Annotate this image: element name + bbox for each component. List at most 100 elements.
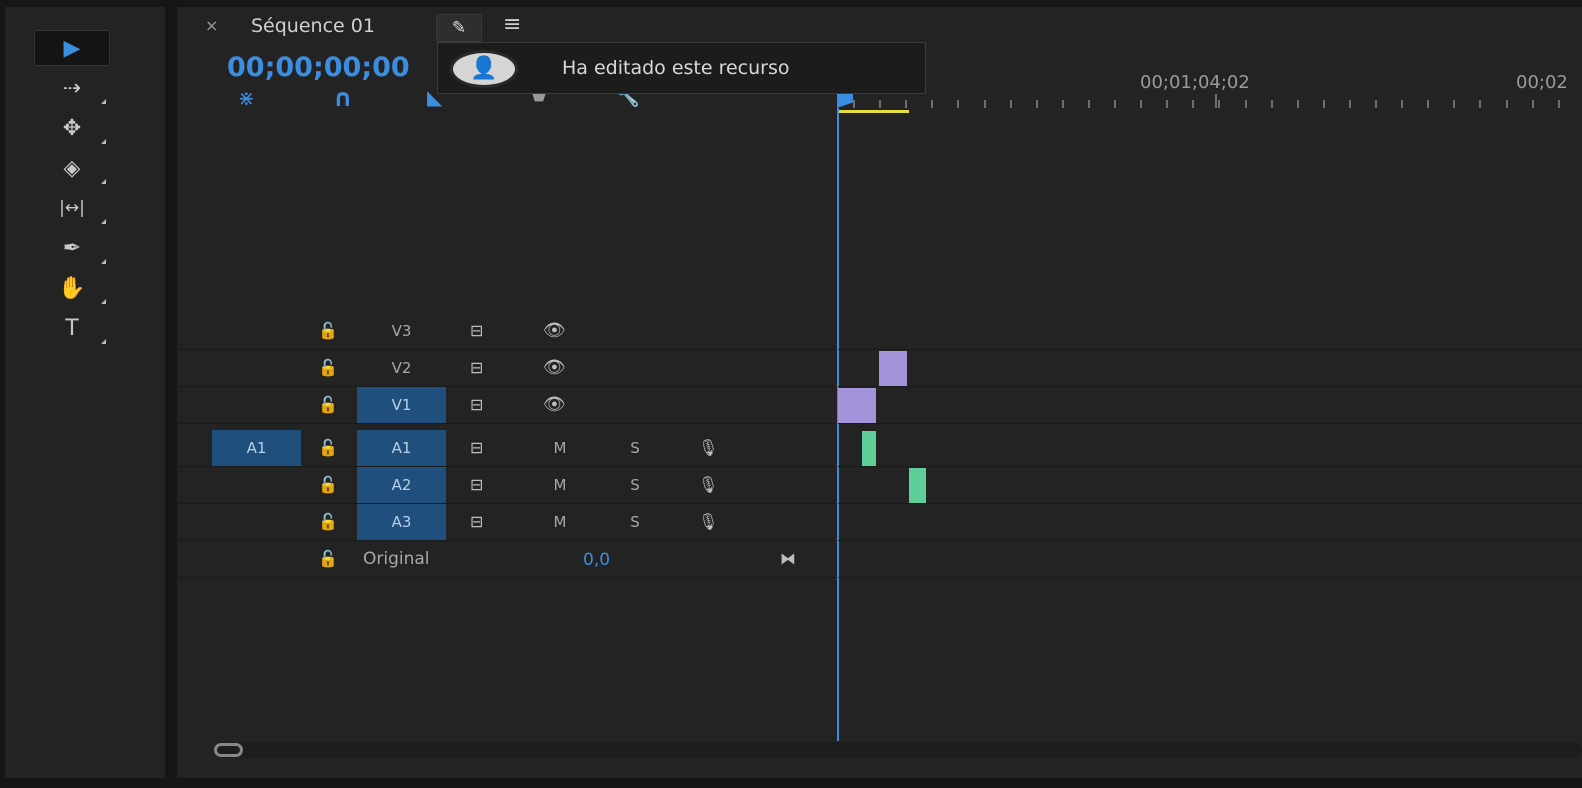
- selection-tool[interactable]: ▶: [34, 30, 110, 66]
- type-icon: T: [65, 315, 79, 341]
- pencil-icon: ✎: [451, 18, 467, 38]
- sync-lock-icon[interactable]: ⊟: [470, 430, 483, 466]
- video-clip[interactable]: [879, 351, 907, 386]
- sync-lock-icon[interactable]: ⊟: [470, 504, 483, 540]
- track-lane[interactable]: [838, 504, 1582, 541]
- ripple-edit-tool[interactable]: ✥: [34, 110, 110, 146]
- ruler-tick: [1531, 100, 1534, 108]
- track-target-A1[interactable]: A1: [357, 430, 446, 466]
- ruler-tick: [1348, 100, 1351, 108]
- ruler-tick: [1166, 100, 1169, 108]
- track-target-A2[interactable]: A2: [357, 467, 446, 503]
- ruler-tick: [957, 100, 960, 108]
- lock-icon[interactable]: 🔓: [318, 504, 338, 540]
- ruler-tick: [1192, 100, 1195, 108]
- track-lane[interactable]: [838, 387, 1582, 424]
- work-area-bar[interactable]: [838, 110, 909, 113]
- lock-icon[interactable]: 🔓: [318, 430, 338, 466]
- microphone-icon[interactable]: 🎙: [698, 467, 718, 503]
- track-select-tool[interactable]: ⇢: [34, 70, 110, 106]
- type-tool[interactable]: T: [34, 310, 110, 346]
- snap-magnet-icon[interactable]: ∩: [333, 84, 353, 112]
- playhead-line[interactable]: [837, 108, 839, 741]
- ruler-tick: [1087, 100, 1090, 108]
- scroll-zoom-handle[interactable]: [214, 743, 243, 757]
- track-lane[interactable]: [838, 350, 1582, 387]
- track-header: [178, 504, 835, 541]
- ruler-tick: [1061, 100, 1064, 108]
- ruler-tick: [1244, 100, 1247, 108]
- tooltip-text: Ha editado este recurso: [562, 57, 790, 79]
- sync-lock-icon[interactable]: ⊟: [470, 387, 483, 423]
- sync-lock-icon[interactable]: ⊟: [470, 467, 483, 503]
- solo-button[interactable]: S: [620, 467, 650, 503]
- selection-icon: ▶: [63, 35, 81, 61]
- source-patch-A1[interactable]: A1: [212, 430, 301, 466]
- ruler-label: 00;02;08;04: [1516, 72, 1568, 93]
- track-lane[interactable]: [838, 541, 1582, 578]
- edit-pencil-button[interactable]: ✎: [436, 14, 482, 42]
- sync-lock-icon[interactable]: ⊟: [470, 350, 483, 386]
- track-label-V2[interactable]: V2: [357, 350, 446, 386]
- lock-icon[interactable]: 🔓: [318, 350, 338, 386]
- hand-icon: ✋: [58, 275, 86, 301]
- razor-tool[interactable]: ◈: [34, 150, 110, 186]
- timecode-display[interactable]: 00;00;00;00: [227, 52, 437, 83]
- eye-icon[interactable]: 👁: [543, 350, 566, 386]
- master-volume-value[interactable]: 0,0: [583, 542, 610, 578]
- microphone-icon[interactable]: 🎙: [698, 504, 718, 540]
- ruler-tick: [905, 100, 908, 108]
- microphone-icon[interactable]: 🎙: [698, 430, 718, 466]
- track-target-A3[interactable]: A3: [357, 504, 446, 540]
- close-tab-button[interactable]: ×: [205, 16, 218, 35]
- ruler-tick: [853, 100, 855, 108]
- solo-button[interactable]: S: [620, 504, 650, 540]
- ruler-tick: [1479, 100, 1482, 108]
- video-clip[interactable]: [838, 388, 876, 423]
- track-lane[interactable]: [838, 467, 1582, 504]
- ruler-tick: [1035, 100, 1038, 108]
- go-to-ends-icon[interactable]: ⧓: [780, 541, 796, 577]
- pen-icon: ✒: [62, 235, 82, 261]
- ruler-tick: [1375, 100, 1377, 108]
- ruler-tick: [1296, 100, 1299, 108]
- ruler-major-tick: [1215, 94, 1217, 108]
- track-header: [178, 350, 835, 387]
- ruler-label: 00;01;04;02: [1140, 72, 1250, 93]
- track-header: [178, 541, 835, 578]
- panel-menu-button[interactable]: ≡: [503, 12, 521, 37]
- lock-icon[interactable]: 🔓: [318, 387, 338, 423]
- track-label-V3[interactable]: V3: [357, 313, 446, 349]
- solo-button[interactable]: S: [620, 430, 650, 466]
- lock-icon[interactable]: 🔓: [318, 541, 338, 577]
- hand-tool[interactable]: ✋: [34, 270, 110, 306]
- user-avatar-icon: 👤: [450, 50, 518, 88]
- pen-tool[interactable]: ✒: [34, 230, 110, 266]
- master-track-label: Original: [363, 549, 430, 569]
- mute-button[interactable]: M: [545, 467, 575, 503]
- mute-button[interactable]: M: [545, 430, 575, 466]
- lock-icon[interactable]: 🔓: [318, 467, 338, 503]
- ruler-tick: [1557, 100, 1560, 108]
- mute-button[interactable]: M: [545, 504, 575, 540]
- ruler-tick: [1270, 100, 1273, 108]
- eye-icon[interactable]: 👁: [543, 387, 566, 423]
- ruler-tick: [1453, 100, 1456, 108]
- audio-clip[interactable]: [862, 431, 876, 466]
- ruler-tick: [1505, 100, 1508, 108]
- track-header: [178, 387, 835, 424]
- ruler-tick: [1114, 100, 1116, 108]
- eye-icon[interactable]: 👁: [543, 313, 566, 349]
- track-lane[interactable]: [838, 430, 1582, 467]
- horizontal-scrollbar[interactable]: [214, 742, 1582, 758]
- audio-clip[interactable]: [909, 468, 926, 503]
- track-lane[interactable]: [838, 313, 1582, 350]
- sync-lock-icon[interactable]: ⊟: [470, 313, 483, 349]
- sequence-tab[interactable]: Séquence 01: [251, 15, 375, 37]
- nest-toggle-icon[interactable]: ⋇: [238, 86, 255, 110]
- ruler-tick: [1009, 100, 1012, 108]
- track-target-V1[interactable]: V1: [357, 387, 446, 423]
- ruler-tick: [931, 100, 934, 108]
- lock-icon[interactable]: 🔓: [318, 313, 338, 349]
- slip-tool[interactable]: |↔|: [34, 190, 110, 226]
